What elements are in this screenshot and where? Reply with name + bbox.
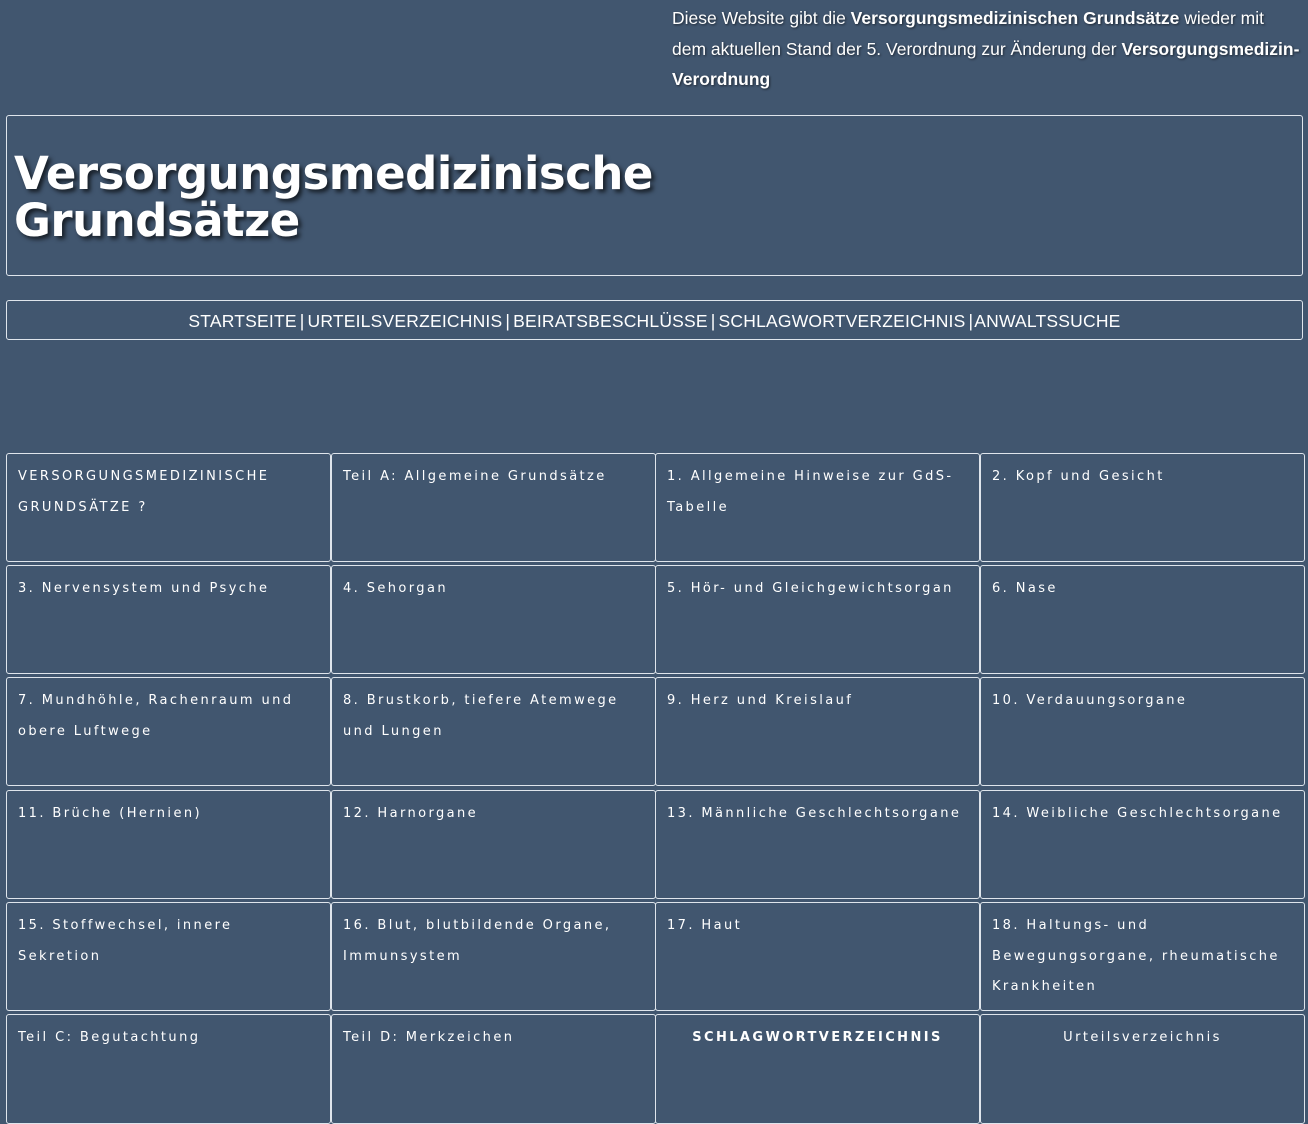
tile-06-nase[interactable]: 6. Nase xyxy=(980,565,1305,674)
tile-08-brustkorb[interactable]: 8. Brustkorb, tiefere Atemwege und Lunge… xyxy=(331,677,656,786)
tile-02-kopf-gesicht[interactable]: 2. Kopf und Gesicht xyxy=(980,453,1305,562)
tile-05-hoerorgan[interactable]: 5. Hör- und Gleichgewichtsorgan xyxy=(655,565,980,674)
nav-separator: | xyxy=(968,311,974,331)
nav-separator: | xyxy=(710,311,716,331)
tile-09-herz-kreislauf[interactable]: 9. Herz und Kreislauf xyxy=(655,677,980,786)
tile-teil-c[interactable]: Teil C: Begutachtung xyxy=(6,1014,331,1124)
tile-teil-a[interactable]: Teil A: Allgemeine Grundsätze xyxy=(331,453,656,562)
tile-teil-d[interactable]: Teil D: Merkzeichen xyxy=(331,1014,656,1124)
tile-04-sehorgan[interactable]: 4. Sehorgan xyxy=(331,565,656,674)
tile-schlagwortverzeichnis[interactable]: SCHLAGWORTVERZEICHNIS xyxy=(655,1014,980,1124)
intro-text-part1: Diese Website gibt die xyxy=(672,8,851,28)
nav-separator: | xyxy=(299,311,305,331)
tile-01-allgemeine-hinweise[interactable]: 1. Allgemeine Hinweise zur GdS-Tabelle xyxy=(655,453,980,562)
tile-15-stoffwechsel[interactable]: 15. Stoffwechsel, innere Sekretion xyxy=(6,902,331,1011)
tile-13-maennliche-geschlechtsorgane[interactable]: 13. Männliche Geschlechtsorgane xyxy=(655,790,980,899)
main-navigation: STARTSEITE | URTEILSVERZEICHNIS | BEIRATSBES… xyxy=(6,300,1303,340)
nav-beiratsbeschluesse[interactable]: BEIRATSBESCHLÜSSE xyxy=(513,311,708,331)
tile-18-haltungsorgane[interactable]: 18. Haltungs- und Bewegungsorgane, rheum… xyxy=(980,902,1305,1011)
nav-anwaltssuche[interactable]: ANWALTSSUCHE xyxy=(974,311,1120,331)
nav-urteilsverzeichnis[interactable]: URTEILSVERZEICHNIS xyxy=(308,311,503,331)
site-title-line2: Grundsätze xyxy=(14,194,300,247)
tile-11-brueche[interactable]: 11. Brüche (Hernien) xyxy=(6,790,331,899)
nav-schlagwortverzeichnis[interactable]: SCHLAGWORTVERZEICHNIS xyxy=(719,311,966,331)
tile-versorgungsmedizinische-grundsaetze[interactable]: VERSORGUNGSMEDIZINISCHE GRUNDSÄTZE ? xyxy=(6,453,331,562)
site-title-line1: Versorgungsmedizinische xyxy=(14,147,653,200)
intro-text: Diese Website gibt die Versorgungsmedizi… xyxy=(672,3,1302,95)
tile-14-weibliche-geschlechtsorgane[interactable]: 14. Weibliche Geschlechtsorgane xyxy=(980,790,1305,899)
tile-03-nervensystem[interactable]: 3. Nervensystem und Psyche xyxy=(6,565,331,674)
tile-10-verdauungsorgane[interactable]: 10. Verdauungsorgane xyxy=(980,677,1305,786)
tile-17-haut[interactable]: 17. Haut xyxy=(655,902,980,1011)
tile-16-blut[interactable]: 16. Blut, blutbildende Organe, Immunsyst… xyxy=(331,902,656,1011)
site-header: Versorgungsmedizinische Grundsätze xyxy=(6,115,1303,276)
nav-separator: | xyxy=(505,311,511,331)
nav-startseite[interactable]: STARTSEITE xyxy=(188,311,296,331)
site-title: Versorgungsmedizinische Grundsätze xyxy=(14,150,653,244)
tile-12-harnorgane[interactable]: 12. Harnorgane xyxy=(331,790,656,899)
tile-07-mundhoehle[interactable]: 7. Mundhöhle, Rachenraum und obere Luftw… xyxy=(6,677,331,786)
intro-text-bold1: Versorgungsmedizinischen Grundsätze xyxy=(850,8,1180,28)
tile-urteilsverzeichnis[interactable]: Urteilsverzeichnis xyxy=(980,1014,1305,1124)
